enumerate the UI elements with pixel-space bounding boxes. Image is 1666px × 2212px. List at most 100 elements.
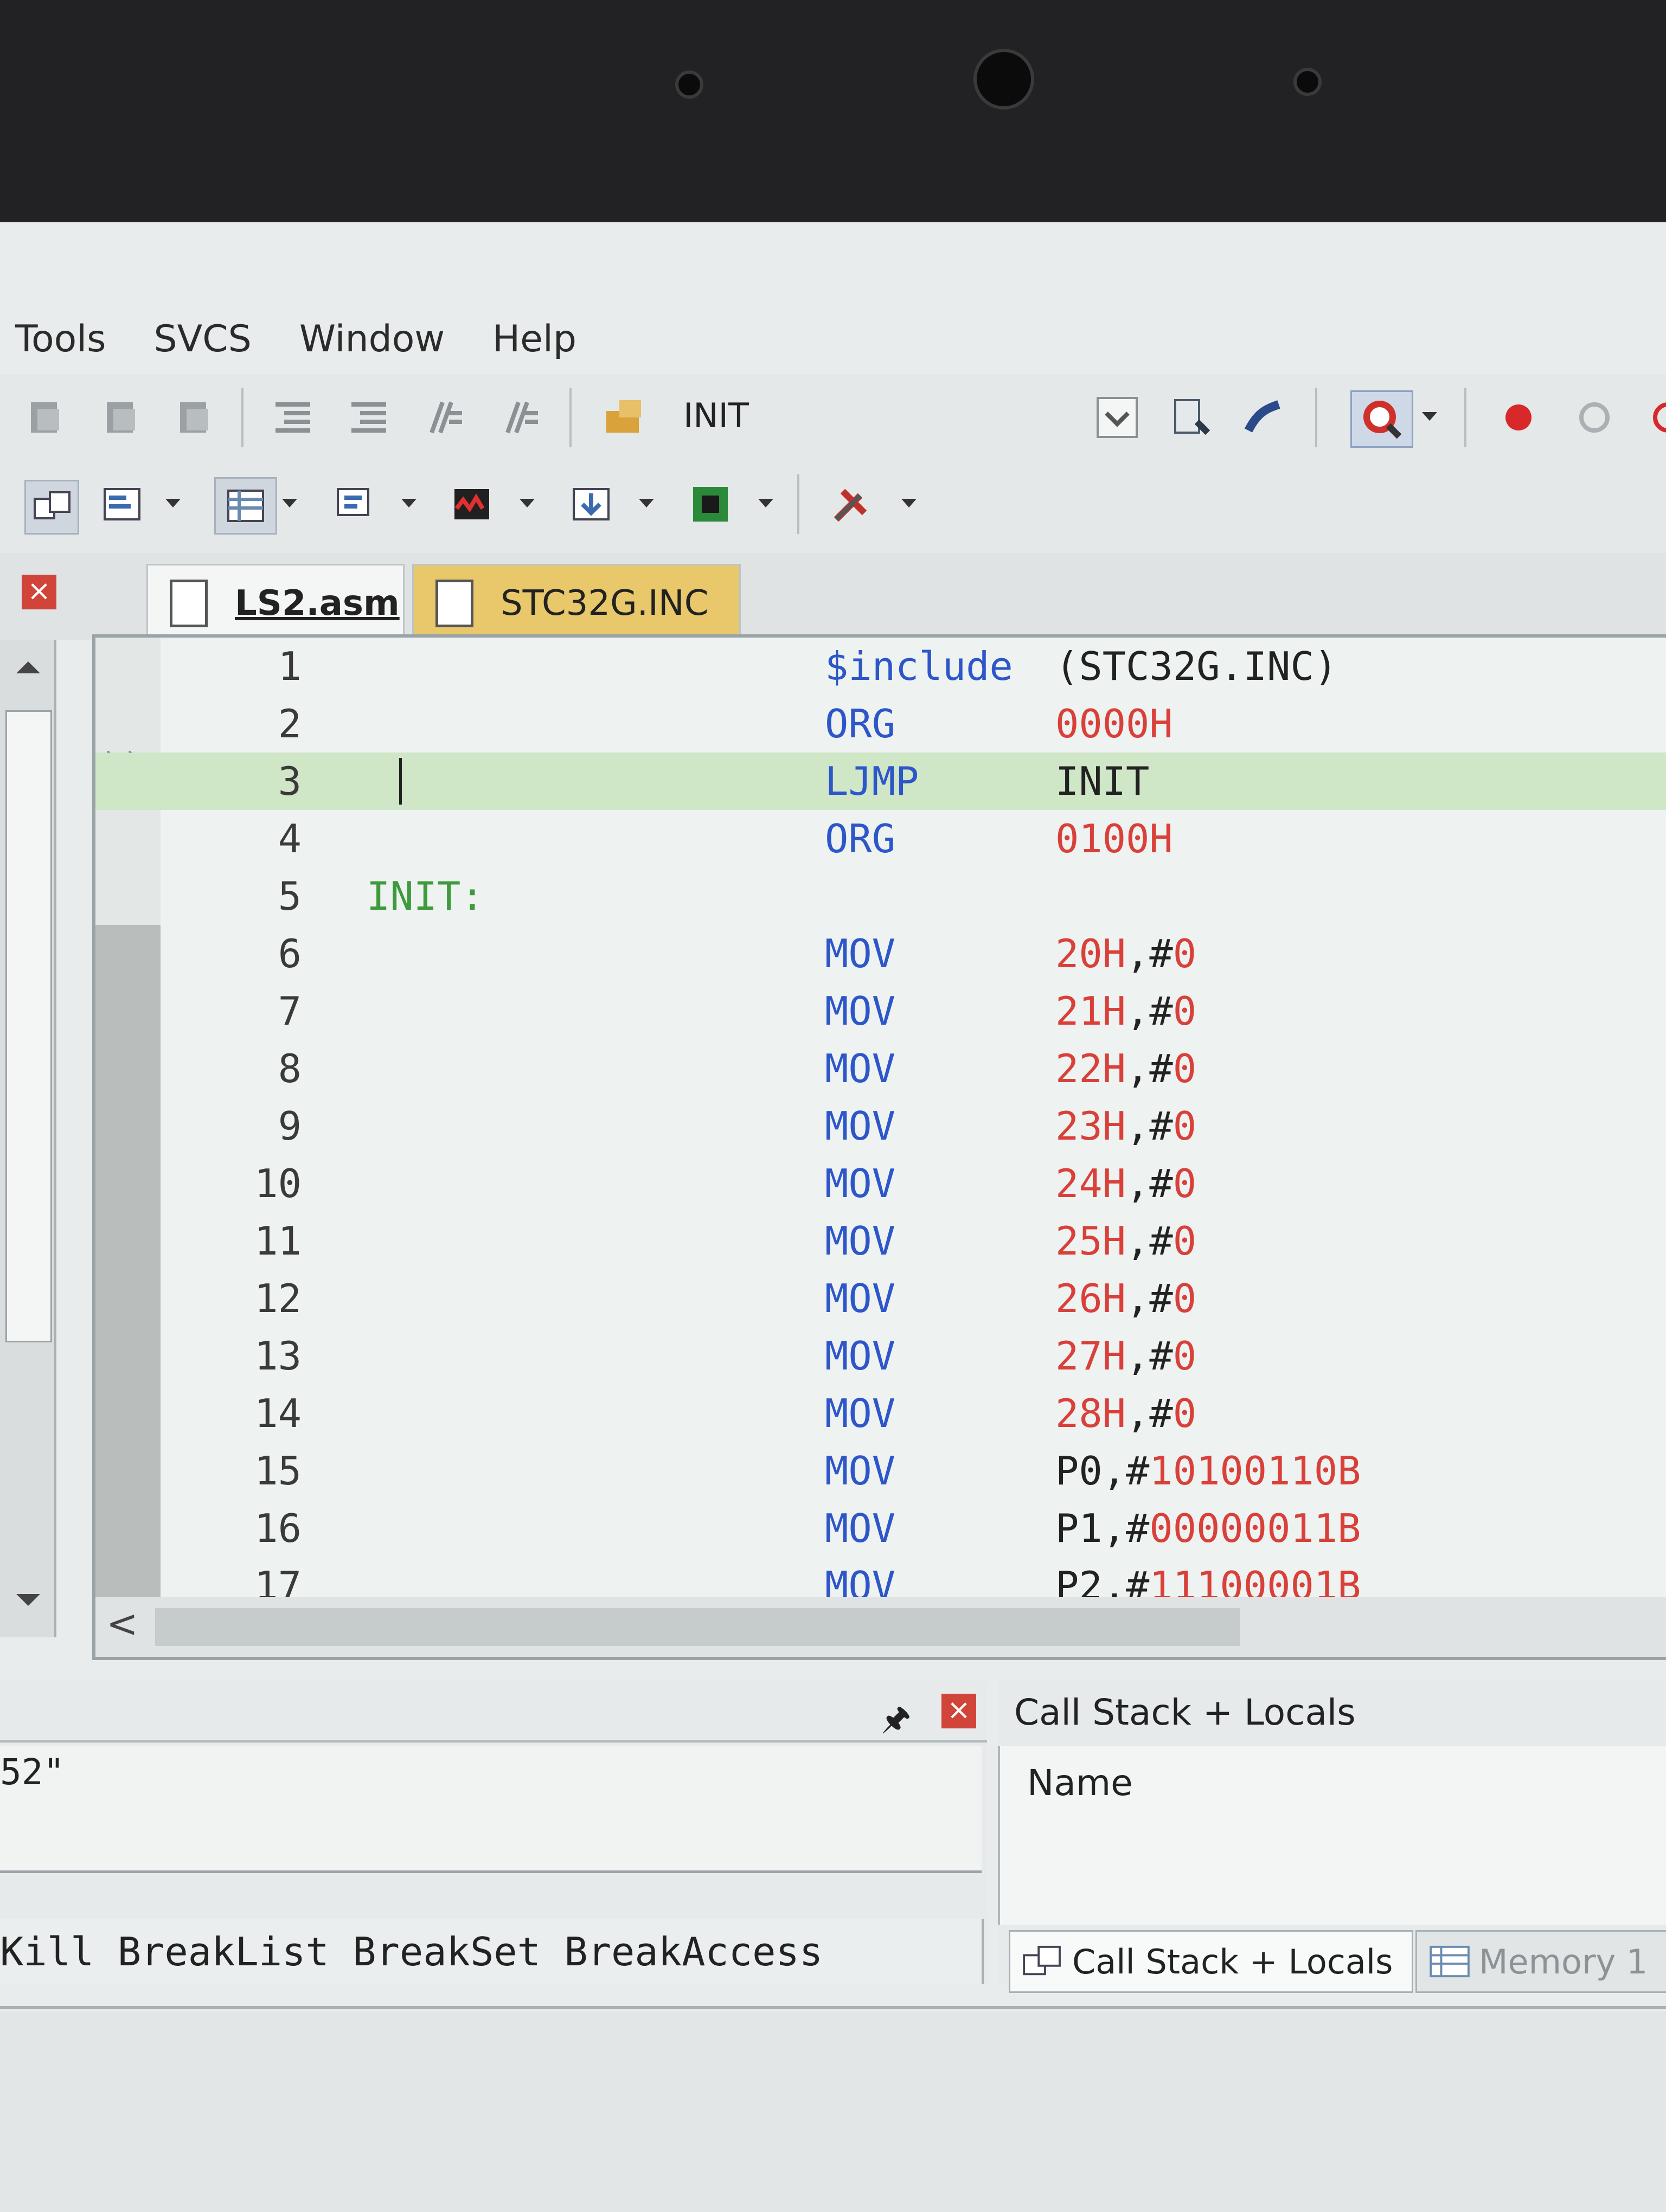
code-line[interactable]: 11 MOV 25H,#0 — [95, 1212, 1666, 1270]
system-viewer-button[interactable] — [689, 483, 732, 526]
command-input[interactable]: Kill BreakList BreakSet BreakAccess — [0, 1919, 984, 1984]
code-line[interactable]: 12 MOV 26H,#0 — [95, 1270, 1666, 1327]
close-icon[interactable]: × — [941, 1694, 976, 1728]
enable-breakpoint-button[interactable] — [1573, 396, 1616, 439]
menu-help[interactable]: Help — [492, 318, 576, 361]
scroll-down-icon[interactable] — [16, 1594, 40, 1606]
debug-session-button[interactable] — [1350, 390, 1413, 448]
tab-memory-1[interactable]: Memory 1 — [1415, 1930, 1666, 1993]
uncomment-button[interactable] — [499, 396, 542, 439]
code-editor[interactable]: 1 $include (STC32G.INC) 2 ORG 0000H 3 LJMP INIT 4… — [92, 634, 1666, 1660]
code-line[interactable]: 16 MOV P1,#00000011B — [95, 1500, 1666, 1557]
unindent-button[interactable] — [347, 396, 390, 439]
pin-icon[interactable]: 🖈 — [881, 1695, 912, 1750]
tab-ls2-asm[interactable]: LS2.asm — [146, 564, 405, 641]
code-line[interactable]: 5 INIT: — [95, 867, 1666, 925]
menu-svcs[interactable]: SVCS — [154, 318, 252, 361]
menu-tools[interactable]: Tools — [15, 318, 106, 361]
symbols-window-button[interactable] — [214, 477, 277, 535]
scroll-thumb[interactable] — [5, 710, 52, 1342]
close-icon[interactable]: × — [22, 575, 56, 609]
translate-button[interactable] — [24, 396, 68, 439]
chevron-down-icon[interactable] — [1422, 412, 1437, 421]
line-number: 11 — [254, 1218, 302, 1264]
code-mnemonic: MOV — [825, 1103, 896, 1149]
chevron-down-icon[interactable] — [901, 499, 917, 507]
insert-breakpoint-button[interactable] — [1497, 396, 1540, 439]
code-mnemonic: MOV — [825, 1218, 896, 1264]
debug-toolbar — [0, 461, 1666, 555]
code-line[interactable]: 7 MOV 21H,#0 — [95, 982, 1666, 1040]
toolbox-button[interactable] — [830, 483, 873, 526]
code-line[interactable]: 4 ORG 0100H — [95, 810, 1666, 867]
manage-button[interactable] — [1242, 396, 1285, 439]
code-line[interactable]: 8 MOV 22H,#0 — [95, 1040, 1666, 1097]
chevron-down-icon[interactable] — [520, 499, 535, 507]
breakpoint-partial-icon — [1653, 402, 1666, 433]
code-line[interactable]: 3 LJMP INIT — [95, 753, 1666, 810]
code-line[interactable]: 14 MOV 28H,#0 — [95, 1385, 1666, 1442]
menu-window[interactable]: Window — [299, 318, 445, 361]
code-line[interactable]: 9 MOV 23H,#0 — [95, 1097, 1666, 1155]
chevron-down-icon[interactable] — [758, 499, 773, 507]
grid-icon — [227, 490, 264, 522]
code-operand: P1,#00000011B — [1055, 1506, 1361, 1551]
trace-icon — [573, 488, 610, 520]
line-number: 14 — [254, 1391, 302, 1436]
horizontal-scrollbar[interactable]: < — [95, 1597, 1666, 1657]
indent-button[interactable] — [271, 396, 315, 439]
tab-label: Memory 1 — [1479, 1941, 1648, 1982]
vertical-scrollbar[interactable] — [0, 640, 56, 1637]
chevron-down-icon[interactable] — [401, 499, 416, 507]
chevron-down-icon[interactable] — [165, 499, 181, 507]
serial-window-button[interactable] — [334, 483, 377, 526]
code-line[interactable]: 2 ORG 0000H — [95, 695, 1666, 753]
tab-call-stack-locals[interactable]: Call Stack + Locals — [1009, 1930, 1413, 1993]
rebuild-icon — [180, 402, 208, 433]
line-number: 7 — [278, 988, 302, 1034]
code-line[interactable]: 1 $include (STC32G.INC) — [95, 638, 1666, 695]
code-line[interactable]: 15 MOV P0,#10100110B — [95, 1442, 1666, 1500]
code-mnemonic: $include — [825, 644, 1013, 689]
find-in-files-button[interactable] — [602, 396, 645, 439]
code-operand: 28H,#0 — [1055, 1391, 1197, 1436]
column-header-name[interactable]: Name — [1027, 1762, 1133, 1804]
chevron-down-icon[interactable] — [639, 499, 654, 507]
windows-icon — [33, 491, 71, 519]
trace-window-button[interactable] — [569, 483, 613, 526]
target-dropdown[interactable] — [1095, 396, 1139, 439]
breakpoint-icon — [1505, 404, 1532, 430]
indent-icon — [275, 402, 310, 433]
code-label: INIT: — [367, 873, 484, 919]
code-operand: 21H,#0 — [1055, 988, 1197, 1034]
windows-icon — [1023, 1945, 1061, 1976]
toolbar-separator — [569, 388, 572, 447]
rebuild-button[interactable] — [174, 396, 217, 439]
code-mnemonic: MOV — [825, 1046, 896, 1091]
status-area — [0, 2011, 1666, 2212]
scroll-up-icon[interactable] — [16, 661, 40, 673]
editor-tab-bar: × LS2.asm STC32G.INC — [0, 553, 1666, 641]
tab-stc32g-inc[interactable]: STC32G.INC — [412, 564, 741, 641]
disassembly-window-button[interactable] — [100, 483, 144, 526]
status-divider — [0, 2006, 1666, 2009]
chevron-down-icon[interactable] — [282, 499, 297, 507]
options-button[interactable] — [1169, 396, 1212, 439]
scroll-thumb[interactable] — [155, 1608, 1240, 1646]
scroll-left-icon[interactable]: < — [106, 1602, 138, 1646]
code-line[interactable]: 6 MOV 20H,#0 — [95, 925, 1666, 982]
code-operand: 0000H — [1055, 701, 1173, 747]
line-number: 10 — [254, 1161, 302, 1206]
memory-icon — [1430, 1945, 1470, 1978]
code-mnemonic: MOV — [825, 1333, 896, 1379]
analysis-window-button[interactable] — [450, 483, 494, 526]
command-window-button[interactable] — [24, 480, 79, 535]
line-number: 5 — [278, 873, 302, 919]
disable-breakpoint-button[interactable] — [1638, 396, 1666, 439]
code-operand: (STC32G.INC) — [1055, 644, 1338, 689]
build-button[interactable] — [100, 396, 144, 439]
code-line[interactable]: 10 MOV 24H,#0 — [95, 1155, 1666, 1212]
code-mnemonic: MOV — [825, 931, 896, 976]
code-line[interactable]: 13 MOV 27H,#0 — [95, 1327, 1666, 1385]
comment-button[interactable] — [423, 396, 466, 439]
